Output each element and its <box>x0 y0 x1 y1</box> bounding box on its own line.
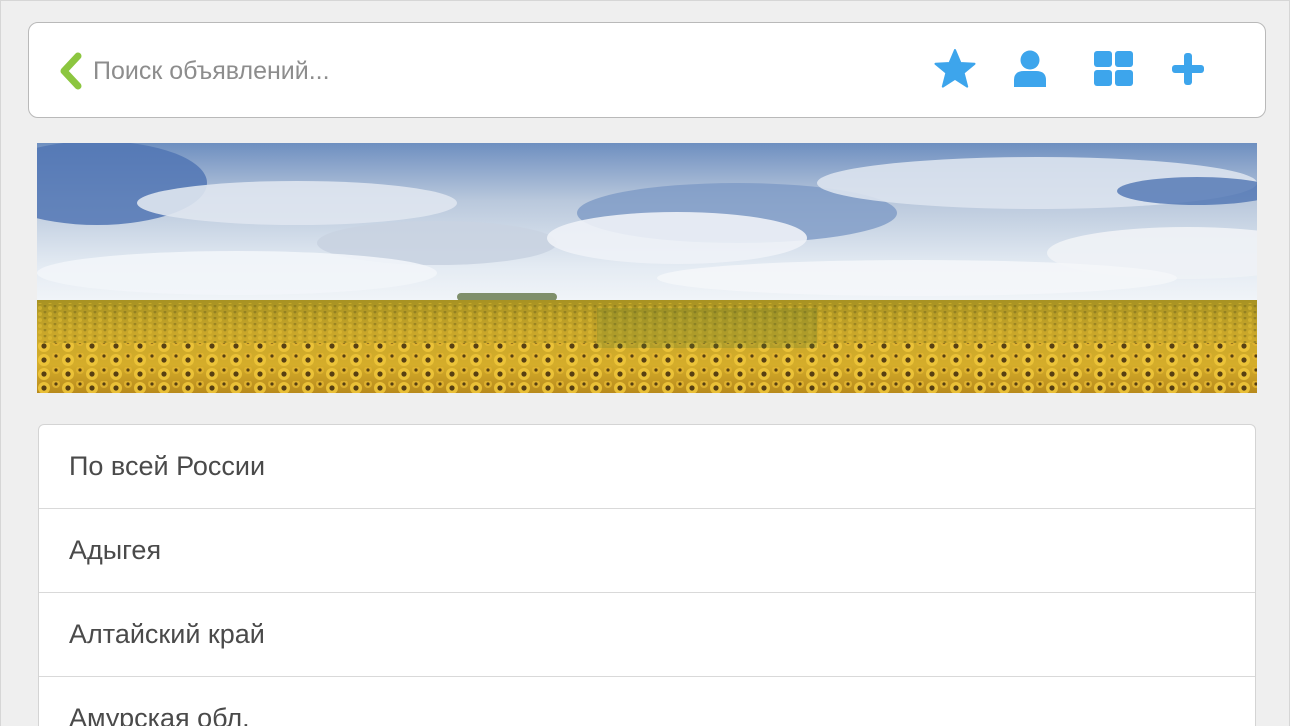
profile-button[interactable] <box>1008 47 1052 91</box>
region-item-adygea[interactable]: Адыгея <box>39 509 1255 593</box>
banner-image <box>37 143 1257 393</box>
sunflower-field-image <box>37 143 1257 393</box>
back-button[interactable] <box>55 51 87 91</box>
app-frame: По всей России Адыгея Алтайский край Аму… <box>0 0 1290 726</box>
region-item-all-russia[interactable]: По всей России <box>39 425 1255 509</box>
favorites-button[interactable] <box>933 47 977 91</box>
search-input[interactable] <box>93 49 853 93</box>
region-item-altai-krai[interactable]: Алтайский край <box>39 593 1255 677</box>
chevron-left-icon <box>60 52 82 90</box>
search-bar <box>28 22 1266 118</box>
star-icon <box>934 49 976 88</box>
categories-button[interactable] <box>1092 47 1136 91</box>
add-listing-button[interactable] <box>1166 47 1210 91</box>
user-icon <box>1014 50 1046 87</box>
region-list: По всей России Адыгея Алтайский край Аму… <box>38 424 1256 726</box>
region-item-amur-oblast[interactable]: Амурская обл. <box>39 677 1255 726</box>
plus-icon <box>1172 53 1204 85</box>
grid-icon <box>1094 51 1133 86</box>
